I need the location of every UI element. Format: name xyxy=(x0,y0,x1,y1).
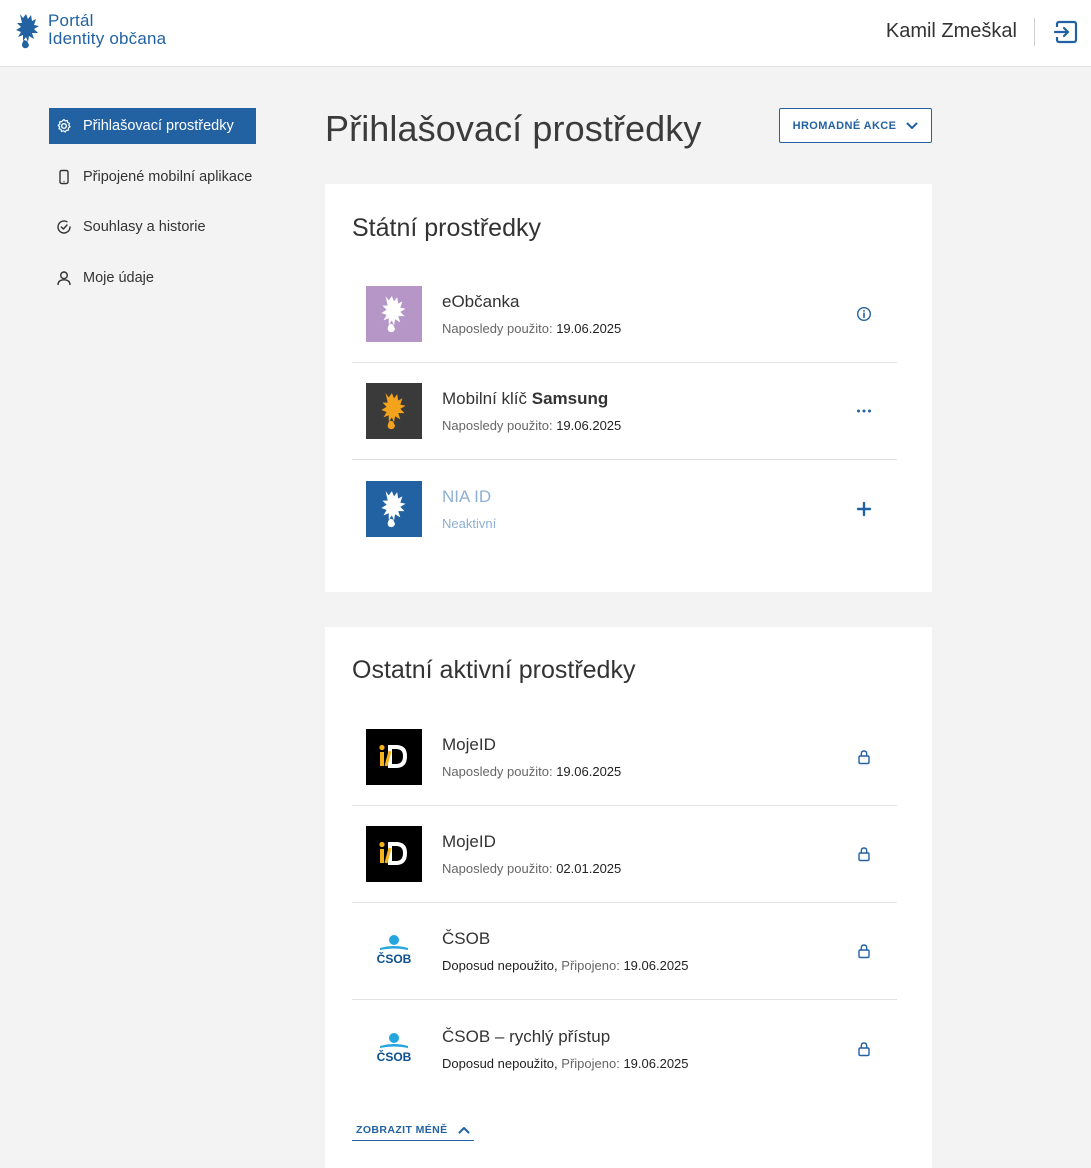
header-divider xyxy=(1034,18,1035,46)
method-name: ČSOB – rychlý přístup xyxy=(442,1026,611,1046)
list-item-eobcanka[interactable]: eObčanka Naposledy použito: 19.06.2025 xyxy=(352,266,897,363)
brand-line-1: Portál xyxy=(48,11,94,30)
lock-icon xyxy=(858,847,870,862)
mojeid-logo xyxy=(366,826,422,882)
lion-logo-icon xyxy=(16,14,39,49)
meta-unused: Doposud nepoužito, xyxy=(442,1055,558,1071)
method-name: NIA ID xyxy=(442,486,492,506)
meta-value: 02.01.2025 xyxy=(556,861,622,876)
method-meta: Doposud nepoužito, Připojeno: 19.06.2025 xyxy=(442,1056,847,1071)
bulk-actions-button[interactable]: HROMADNÉ AKCE xyxy=(779,108,932,143)
other-methods-card: Ostatní aktivní prostředky MojeID Naposl… xyxy=(325,627,932,1168)
sidebar-item-label: Přihlašovací prostředky xyxy=(83,118,234,134)
sidebar-item-label: Připojené mobilní aplikace xyxy=(83,168,253,185)
lock-button[interactable] xyxy=(847,934,881,968)
list-item-csob[interactable]: ČSOB ČSOB Doposud nepoužito, Připojeno: … xyxy=(352,903,897,1000)
method-name: MojeID xyxy=(442,832,496,851)
lock-button[interactable] xyxy=(847,837,881,871)
meta-label: Naposledy použito: xyxy=(442,764,553,779)
meta-value: 19.06.2025 xyxy=(556,418,622,433)
chevron-up-icon xyxy=(458,1126,470,1133)
sidebar-item-login-methods[interactable]: Přihlašovací prostředky xyxy=(49,108,256,144)
meta-value: 19.06.2025 xyxy=(623,1055,689,1071)
meta-value: 19.06.2025 xyxy=(556,321,622,336)
more-icon xyxy=(857,409,871,413)
page-title: Přihlašovací prostředky xyxy=(325,108,702,149)
gear-icon xyxy=(57,118,71,133)
brand[interactable]: Portál Identity občana xyxy=(14,12,166,50)
name-bold: Samsung xyxy=(531,389,609,408)
svg-text:ČSOB: ČSOB xyxy=(377,1049,412,1064)
info-button[interactable] xyxy=(847,297,881,331)
info-icon xyxy=(856,306,872,322)
method-meta: Naposledy použito: 02.01.2025 xyxy=(442,861,847,876)
show-less-button[interactable]: ZOBRAZIT MÉNĚ xyxy=(352,1119,474,1141)
lion-icon xyxy=(381,490,406,527)
user-icon xyxy=(57,270,71,285)
mojeid-icon xyxy=(379,744,407,768)
bulk-actions-label: HROMADNÉ AKCE xyxy=(792,119,897,132)
list-item-mobile-key[interactable]: Mobilní klíč Samsung Naposledy použito: … xyxy=(352,363,897,460)
chevron-down-icon xyxy=(906,122,918,129)
method-meta: Doposud nepoužito, Připojeno: 19.06.2025 xyxy=(442,958,847,973)
section-title: Státní prostředky xyxy=(352,214,541,242)
sidebar-item-label: Moje údaje xyxy=(83,269,154,286)
meta-value: 19.06.2025 xyxy=(556,764,622,779)
mojeid-logo xyxy=(366,729,422,785)
sidebar-item-mobile-apps[interactable]: Připojené mobilní aplikace xyxy=(49,159,256,195)
lion-icon xyxy=(381,393,406,430)
list-item-mojeid-1[interactable]: MojeID Naposledy použito: 19.06.2025 xyxy=(352,709,897,806)
lock-icon xyxy=(858,750,870,765)
meta-unused: Doposud nepoužito, xyxy=(442,958,558,973)
header: Portál Identity občana Kamil Zmeškal xyxy=(0,0,1091,67)
eobcanka-logo xyxy=(366,286,422,342)
state-methods-card: Státní prostředky eObčanka Naposledy pou… xyxy=(325,184,932,592)
method-name: Mobilní klíč Samsung xyxy=(442,389,847,409)
logout-icon[interactable] xyxy=(1053,19,1079,45)
lion-icon xyxy=(381,296,406,333)
check-circle-icon xyxy=(57,220,71,234)
lock-button[interactable] xyxy=(847,1032,881,1066)
meta-value: 19.06.2025 xyxy=(623,958,689,973)
lock-icon xyxy=(858,944,870,959)
meta-label: Naposledy použito: xyxy=(442,861,553,876)
lock-icon xyxy=(858,1041,870,1056)
csob-icon: ČSOB xyxy=(377,935,412,966)
user-name[interactable]: Kamil Zmeškal xyxy=(886,20,1017,43)
method-meta: Naposledy použito: 19.06.2025 xyxy=(442,764,847,779)
meta-label: Připojeno: xyxy=(561,1055,620,1071)
method-name: ČSOB xyxy=(442,929,491,948)
csob-icon: ČSOB xyxy=(377,1032,412,1064)
method-status: Neaktivní xyxy=(442,515,497,531)
method-meta: Naposledy použito: 19.06.2025 xyxy=(442,418,847,433)
meta-label: Připojeno: xyxy=(561,958,620,973)
sidebar-item-consents-history[interactable]: Souhlasy a historie xyxy=(49,209,256,245)
more-button[interactable] xyxy=(847,394,881,428)
svg-text:ČSOB: ČSOB xyxy=(377,951,412,966)
list-item-csob-quick[interactable]: ČSOB ČSOB – rychlý přístup Doposud nepou… xyxy=(352,1000,897,1097)
csob-logo: ČSOB xyxy=(366,1021,422,1077)
meta-label: Naposledy použito: xyxy=(442,321,553,336)
mobile-key-logo xyxy=(366,383,422,439)
sidebar-item-my-data[interactable]: Moje údaje xyxy=(49,260,256,296)
name-prefix: Mobilní klíč xyxy=(442,389,528,408)
csob-logo: ČSOB xyxy=(366,923,422,979)
list-item-mojeid-2[interactable]: MojeID Naposledy použito: 02.01.2025 xyxy=(352,806,897,903)
show-less-label: ZOBRAZIT MÉNĚ xyxy=(356,1123,448,1136)
sidebar-item-label: Souhlasy a historie xyxy=(83,219,206,235)
method-name: MojeID xyxy=(442,735,496,754)
lock-button[interactable] xyxy=(847,740,881,774)
plus-icon xyxy=(856,501,872,516)
nia-logo xyxy=(366,480,422,537)
section-title: Ostatní aktivní prostředky xyxy=(352,656,636,684)
meta-label: Naposledy použito: xyxy=(442,418,553,433)
phone-icon xyxy=(59,169,69,184)
list-item-nia-id[interactable]: NIA ID Neaktivní xyxy=(352,460,897,557)
sidebar: Přihlašovací prostředky Připojené mobiln… xyxy=(49,108,256,310)
method-meta: Naposledy použito: 19.06.2025 xyxy=(442,321,847,336)
mojeid-icon xyxy=(379,841,407,865)
brand-line-2: Identity občana xyxy=(48,29,167,48)
add-button[interactable] xyxy=(847,492,881,526)
method-name: eObčanka xyxy=(442,292,520,311)
